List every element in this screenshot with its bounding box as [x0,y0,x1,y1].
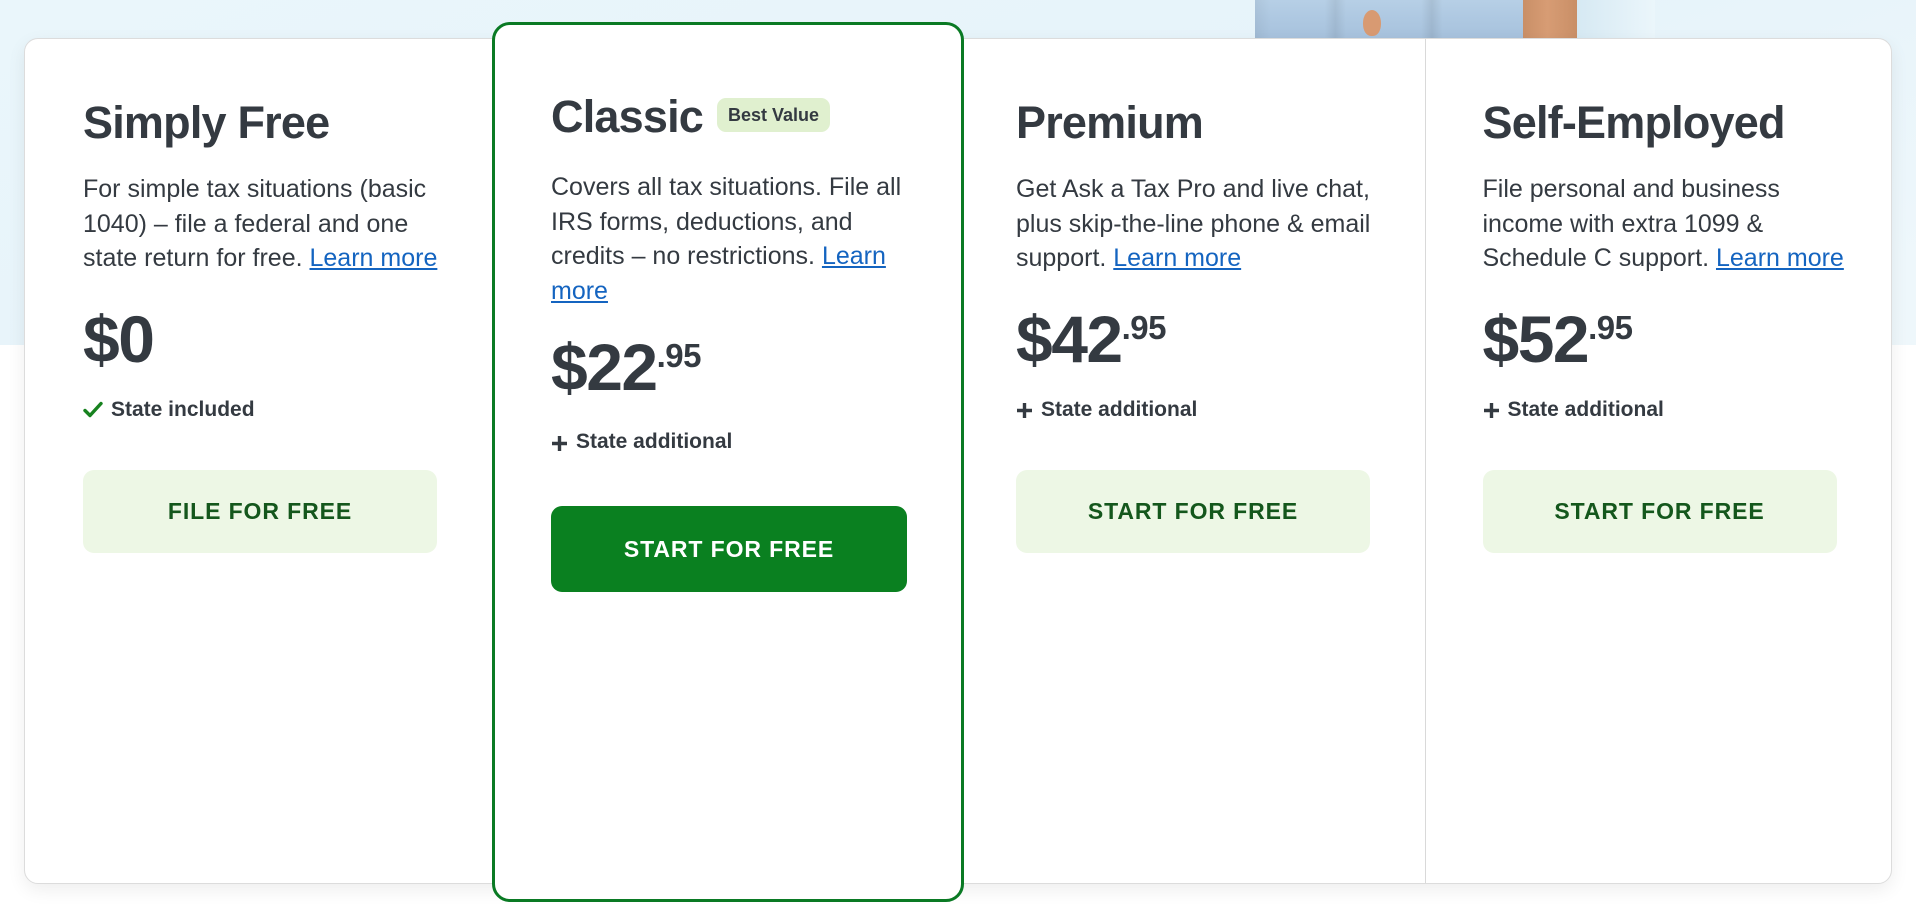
plan-price-dollars: $42 [1016,301,1123,376]
plus-icon [1016,401,1033,419]
plan-content: Self-Employed File personal and business … [1425,99,1892,553]
plan-title: Classic [551,91,704,143]
hero-arm-region [1523,0,1577,40]
state-note: State additional [1016,398,1389,422]
start-for-free-button[interactable]: START FOR FREE [1016,469,1370,553]
plan-card-classic[interactable]: Classic Best Value Covers all tax situatio… [492,22,964,902]
plus-icon [551,434,568,451]
plan-content: Classic Best Value Covers all tax situatio… [495,93,961,593]
plan-description: Get Ask a Tax Pro and live chat, plus sk… [1016,172,1389,276]
plan-card-self-employed[interactable]: Self-Employed File personal and business … [1424,39,1892,883]
file-for-free-button[interactable]: FILE FOR FREE [83,469,437,553]
plan-price-dollars: $52 [1482,301,1590,376]
plan-price: $0 [83,306,456,372]
plan-price: $22.95 [551,334,925,400]
plan-title: Premium [1016,97,1204,148]
plan-price-dollars: $22 [551,330,658,405]
state-note-label: State included [111,397,255,421]
plan-content: Premium Get Ask a Tax Pro and live chat, … [958,99,1425,553]
hero-denim-region [1255,0,1523,40]
check-icon [83,400,103,420]
best-value-badge: Best Value [717,98,831,132]
plan-title: Self-Employed [1482,97,1786,148]
plan-card-premium[interactable]: Premium Get Ask a Tax Pro and live chat, … [958,39,1425,883]
plan-description: For simple tax situations (basic 1040) –… [83,172,456,276]
state-note: State additional [551,430,925,454]
plan-price: $52.95 [1483,306,1856,372]
plan-price: $42.95 [1016,306,1389,372]
plus-icon [1483,401,1500,419]
plan-price-cents: .95 [656,337,702,375]
state-note-label: State additional [576,430,733,454]
learn-more-link[interactable]: Learn more [1113,244,1241,272]
state-note-label: State additional [1041,397,1198,421]
plan-title: Simply Free [83,97,330,148]
plan-title-row: Classic Best Value [551,93,925,140]
plan-description: Covers all tax situations. File all IRS … [551,170,925,308]
plan-price-cents: .95 [1121,308,1167,346]
plan-title-row: Premium [1016,99,1389,146]
start-for-free-button[interactable]: START FOR FREE [1482,469,1837,553]
plan-description: File personal and business income with e… [1483,172,1856,276]
plan-price-cents: .95 [1588,308,1633,346]
state-note-label: State additional [1507,397,1664,421]
state-note: State included [83,398,456,422]
hero-photo [1255,0,1655,40]
state-note: State additional [1483,398,1856,422]
hero-photo-fade [1577,0,1655,40]
start-for-free-button[interactable]: START FOR FREE [551,506,907,593]
plan-content: Simply Free For simple tax situations (ba… [25,99,492,553]
plan-price-dollars: $0 [83,301,155,376]
learn-more-link[interactable]: Learn more [1716,244,1844,272]
learn-more-link[interactable]: Learn more [310,244,438,272]
plan-title-row: Self-Employed [1483,99,1856,146]
plan-card-simply-free[interactable]: Simply Free For simple tax situations (ba… [25,39,492,883]
plan-title-row: Simply Free [83,99,456,146]
